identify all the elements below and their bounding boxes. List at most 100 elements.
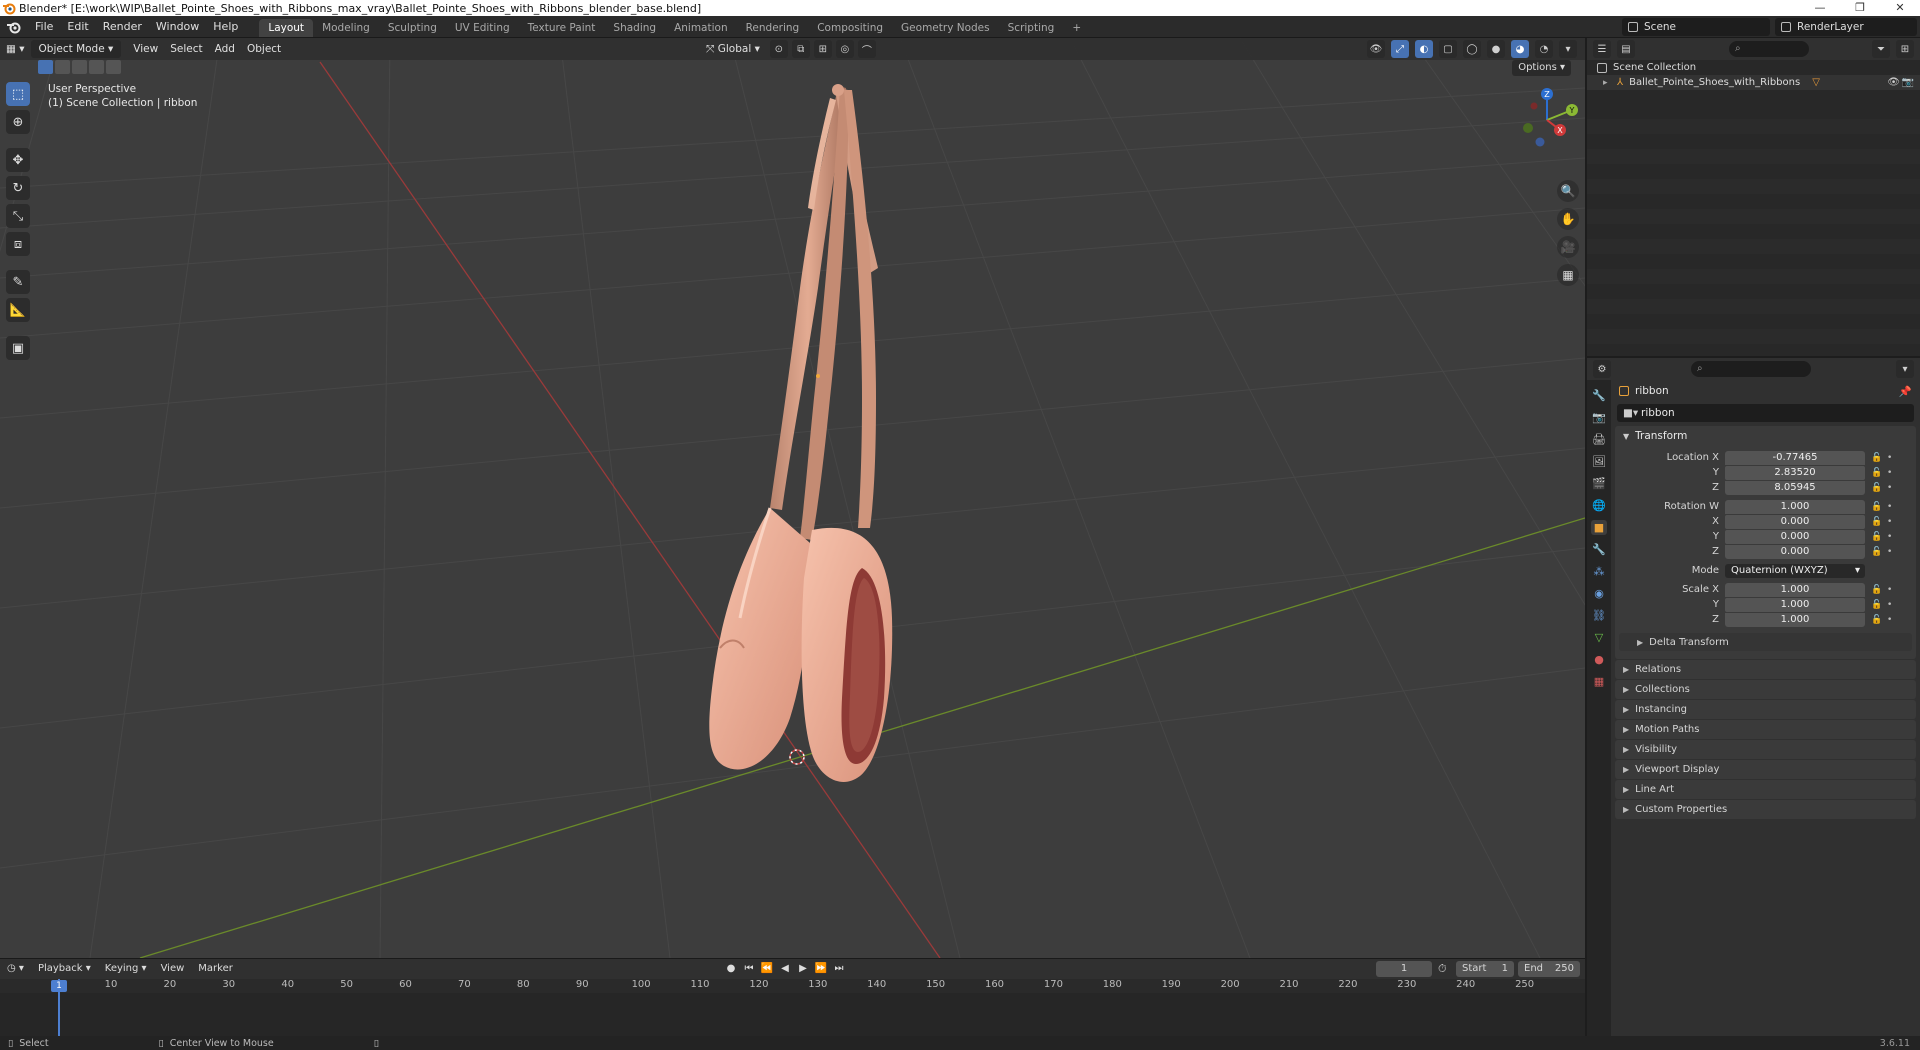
render-tab-icon[interactable]: 📷	[1591, 410, 1607, 425]
lock-icon[interactable]: 🔓	[1871, 517, 1883, 527]
pin-icon[interactable]: 📌	[1899, 385, 1912, 398]
3d-viewport[interactable]: ▦ ▾ Object Mode ▾ View Select Add Object…	[0, 38, 1585, 958]
annotate-tool-icon[interactable]: ✎	[6, 270, 30, 294]
new-collection-icon[interactable]: ⊞	[1896, 40, 1914, 58]
line-art-panel-header[interactable]: ▶ Line Art	[1615, 780, 1916, 799]
close-button[interactable]: ✕	[1880, 0, 1920, 16]
pivot-point-icon[interactable]: ⊙	[769, 40, 788, 58]
select-extend-icon[interactable]	[55, 60, 70, 74]
material-tab-icon[interactable]: ●	[1591, 652, 1607, 667]
rotate-tool-icon[interactable]: ↻	[6, 176, 30, 200]
tab-compositing[interactable]: Compositing	[808, 19, 892, 37]
navigation-gizmo[interactable]: Z Y X	[1512, 82, 1582, 152]
jump-end-icon[interactable]: ⏭	[832, 961, 846, 977]
timeline-editor-type-icon[interactable]: ◷ ▾	[0, 959, 31, 979]
viewport-menu-object[interactable]: Object	[241, 40, 287, 58]
expand-arrow-icon[interactable]: ▸	[1603, 78, 1617, 88]
menu-edit[interactable]: Edit	[60, 16, 95, 38]
options-dropdown[interactable]: Options ▾	[1512, 60, 1571, 76]
snap-target-icon[interactable]: ⊞	[813, 40, 832, 58]
keyframe-dot-icon[interactable]: •	[1887, 483, 1895, 493]
render-layer-selector[interactable]: RenderLayer	[1775, 18, 1917, 36]
falloff-icon[interactable]: ⌒	[857, 40, 876, 58]
ortho-grid-icon[interactable]: ▦	[1557, 264, 1579, 286]
tab-uv-editing[interactable]: UV Editing	[446, 19, 519, 37]
collections-panel-header[interactable]: ▶ Collections	[1615, 680, 1916, 699]
keyframe-dot-icon[interactable]: •	[1887, 453, 1895, 463]
transform-panel-header[interactable]: ▼ Transform	[1615, 426, 1916, 446]
pan-hand-icon[interactable]: ✋	[1557, 208, 1579, 230]
menu-render[interactable]: Render	[96, 16, 149, 38]
timeline-track-area[interactable]	[0, 993, 1585, 1037]
viewport-display-panel-header[interactable]: ▶ Viewport Display	[1615, 760, 1916, 779]
transform-orientation-dropdown[interactable]: ⤧ Global ▾	[700, 40, 766, 58]
minimize-button[interactable]: —	[1800, 0, 1840, 16]
visibility-selector-icon[interactable]: 👁	[1367, 40, 1385, 58]
lock-icon[interactable]: 🔓	[1871, 600, 1883, 610]
scale-tool-icon[interactable]: ⤡	[6, 204, 30, 228]
add-cube-tool-icon[interactable]: ▣	[6, 336, 30, 360]
tab-rendering[interactable]: Rendering	[737, 19, 809, 37]
rendered-shading-icon[interactable]: ◔	[1535, 40, 1553, 58]
start-frame-field[interactable]: Start 1	[1456, 961, 1514, 977]
timeline-ruler[interactable]: 1102030405060708090100110120130140150160…	[0, 979, 1585, 993]
tool-tab-icon[interactable]: 🔧	[1591, 388, 1607, 403]
gizmo-toggle-icon[interactable]: ⤢	[1391, 40, 1409, 58]
display-mode-icon[interactable]: ▤	[1617, 40, 1635, 58]
constraints-tab-icon[interactable]: ⛓	[1591, 608, 1607, 623]
texture-tab-icon[interactable]: ▦	[1591, 674, 1607, 689]
keyframe-dot-icon[interactable]: •	[1887, 532, 1895, 542]
preview-range-clock-icon[interactable]: ⏱	[1438, 962, 1447, 976]
lock-icon[interactable]: 🔓	[1871, 585, 1883, 595]
object-tab-icon[interactable]: ■	[1591, 520, 1607, 535]
select-invert-icon[interactable]	[89, 60, 104, 74]
properties-options-icon[interactable]: ▾	[1896, 360, 1914, 378]
viewport-menu-select[interactable]: Select	[164, 40, 208, 58]
menu-help[interactable]: Help	[206, 16, 245, 38]
motion-paths-panel-header[interactable]: ▶ Motion Paths	[1615, 720, 1916, 739]
timeline-menu-marker[interactable]: Marker	[191, 959, 240, 979]
keyframe-dot-icon[interactable]: •	[1887, 615, 1895, 625]
custom-properties-panel-header[interactable]: ▶ Custom Properties	[1615, 800, 1916, 819]
cursor-tool-icon[interactable]: ⊕	[6, 110, 30, 134]
physics-tab-icon[interactable]: ◉	[1591, 586, 1607, 601]
end-frame-field[interactable]: End 250	[1518, 961, 1580, 977]
visibility-panel-header[interactable]: ▶ Visibility	[1615, 740, 1916, 759]
auto-keying-icon[interactable]: ●	[724, 961, 738, 977]
tab-scripting[interactable]: Scripting	[999, 19, 1064, 37]
data-tab-icon[interactable]: ▽	[1591, 630, 1607, 645]
play-reverse-icon[interactable]: ◀	[778, 961, 792, 977]
timeline-menu-playback[interactable]: Playback ▾	[31, 959, 98, 979]
jump-keyframe-back-icon[interactable]: ⏪	[760, 961, 774, 977]
outliner-search-input[interactable]: ⌕	[1729, 41, 1809, 57]
playhead-frame-label[interactable]: 1	[51, 980, 67, 992]
snap-icon[interactable]: ⧉	[791, 40, 810, 58]
rotation-y-field[interactable]: 0.000	[1725, 529, 1865, 544]
tab-animation[interactable]: Animation	[665, 19, 737, 37]
solid-shading-icon[interactable]: ●	[1487, 40, 1505, 58]
rotation-mode-dropdown[interactable]: Quaternion (WXYZ) ▾	[1725, 563, 1865, 578]
visibility-eye-icon[interactable]: 👁	[1887, 77, 1900, 88]
rotation-x-field[interactable]: 0.000	[1725, 514, 1865, 529]
scene-selector[interactable]: Scene	[1622, 18, 1770, 36]
filter-icon[interactable]: ⏷	[1872, 40, 1890, 58]
select-box-tool-icon[interactable]: ⬚	[6, 82, 30, 106]
output-tab-icon[interactable]: 🖨	[1591, 432, 1607, 447]
wireframe-shading-icon[interactable]: ◯	[1463, 40, 1481, 58]
timeline-menu-view[interactable]: View	[154, 959, 192, 979]
rotation-z-field[interactable]: 0.000	[1725, 544, 1865, 559]
location-x-field[interactable]: -0.77465	[1725, 450, 1865, 465]
scale-y-field[interactable]: 1.000	[1725, 597, 1865, 612]
select-new-icon[interactable]	[38, 60, 53, 74]
zoom-icon[interactable]: 🔍	[1557, 180, 1579, 202]
current-frame-field[interactable]: 1	[1376, 961, 1432, 977]
tab-geometry-nodes[interactable]: Geometry Nodes	[892, 19, 999, 37]
jump-keyframe-forward-icon[interactable]: ⏩	[814, 961, 828, 977]
tab-texture-paint[interactable]: Texture Paint	[519, 19, 605, 37]
delta-transform-subpanel[interactable]: ▶ Delta Transform	[1619, 633, 1912, 651]
tab-modeling[interactable]: Modeling	[313, 19, 379, 37]
lock-icon[interactable]: 🔓	[1871, 615, 1883, 625]
render-camera-icon[interactable]: 📷	[1902, 77, 1914, 88]
shading-options-icon[interactable]: ▾	[1559, 40, 1577, 58]
keyframe-dot-icon[interactable]: •	[1887, 547, 1895, 557]
